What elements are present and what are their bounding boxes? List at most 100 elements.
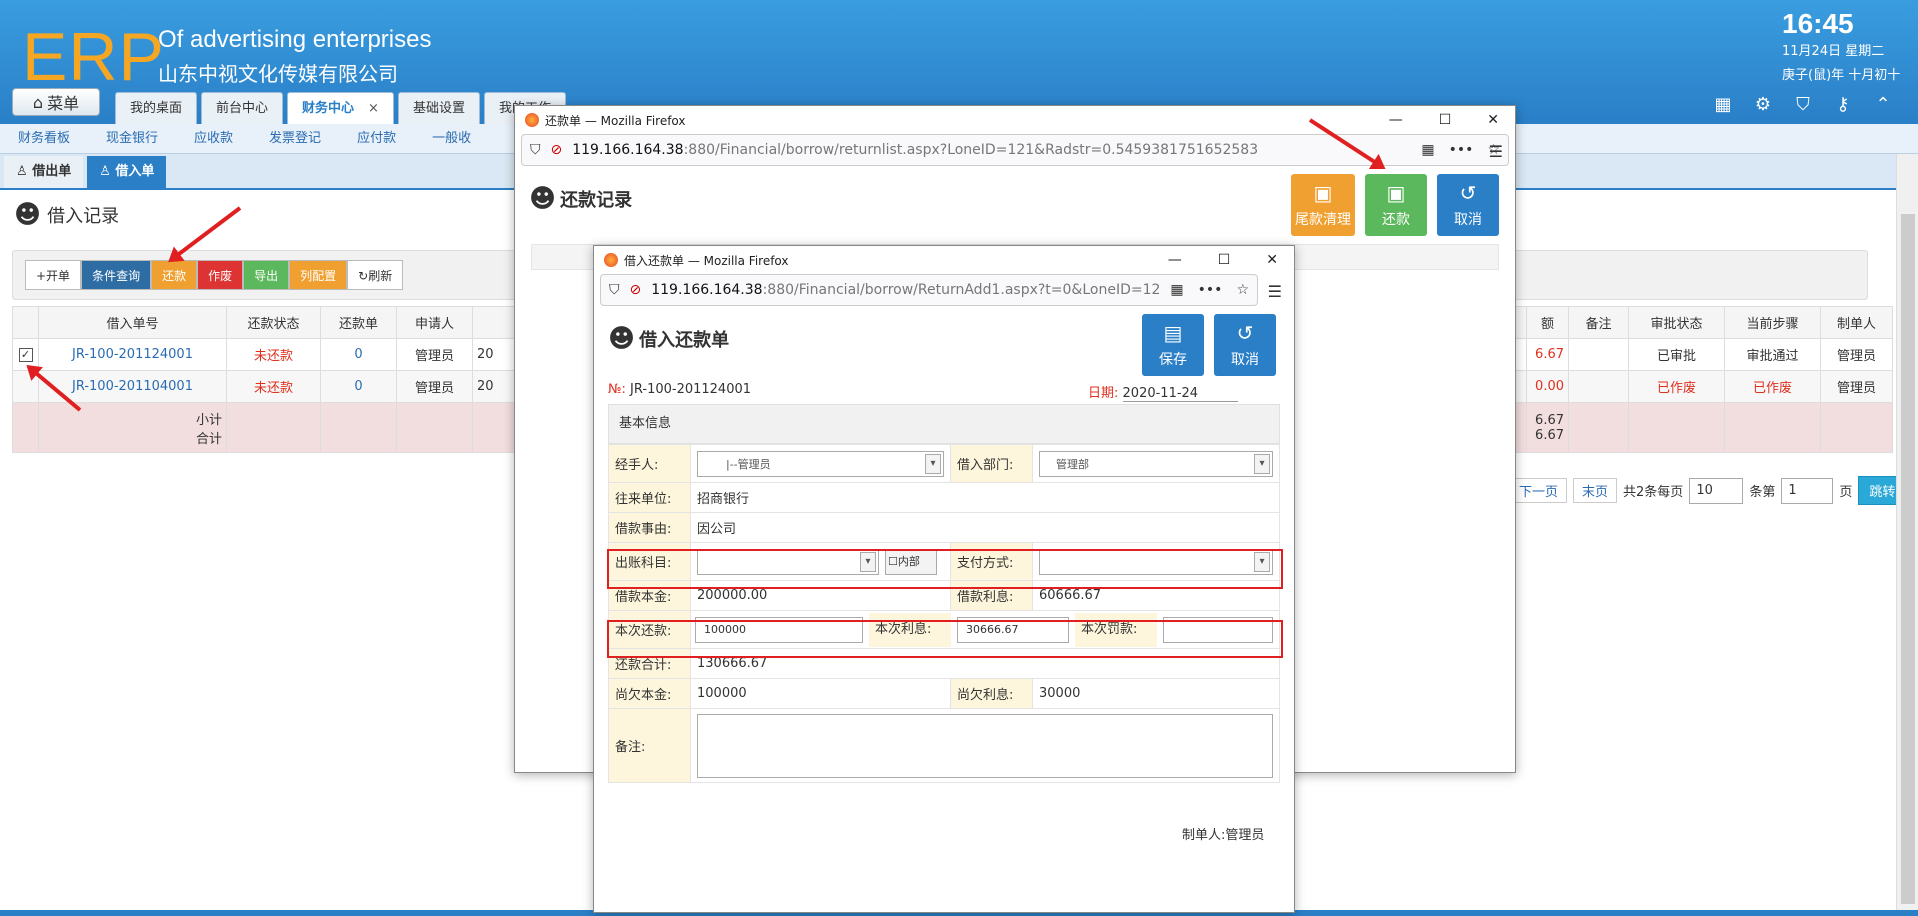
maximize-icon[interactable]: ☐ (1218, 252, 1231, 268)
remark-label: 备注: (608, 708, 691, 783)
repay-label: 还款 (1382, 212, 1410, 228)
subnav-invoice[interactable]: 发票登记 (251, 124, 339, 153)
cell-count[interactable]: 0 (320, 370, 397, 403)
sum-spacer (12, 402, 39, 453)
subnav-dashboard[interactable]: 财务看板 (0, 124, 88, 153)
qr-icon[interactable]: ▦ (1170, 282, 1183, 298)
owe-principal-label: 尚欠本金: (608, 678, 691, 709)
cell-step: 已作废 (1724, 370, 1821, 403)
firefox-icon (525, 113, 539, 127)
money-icon: ▣ (1313, 181, 1333, 205)
grid-add-icon[interactable]: ▦ (1712, 94, 1734, 116)
dept-select[interactable]: 管理部 ▾ (1039, 450, 1273, 477)
menu-label: 菜单 (47, 94, 80, 113)
cell-amount: 0.00 (1526, 370, 1569, 403)
cancel-button[interactable]: ↺ 取消 (1437, 174, 1499, 236)
url-bar[interactable]: ⛉ ⊘ 119.166.164.38:880/Financial/borrow/… (600, 274, 1258, 306)
scroll-thumb[interactable] (1901, 214, 1915, 904)
page-number-input[interactable]: 1 (1781, 477, 1834, 504)
page-size-select[interactable]: 10 (1689, 477, 1744, 504)
shirt-icon[interactable]: ⛉ (1792, 94, 1814, 116)
close-icon[interactable]: × (368, 101, 379, 116)
refresh-button[interactable]: ↻刷新 (347, 260, 404, 290)
col-status: 还款状态 (226, 306, 321, 339)
query-button[interactable]: 条件查询 (81, 260, 152, 290)
menu-button[interactable]: ⌂ 菜单 (12, 88, 100, 116)
url-host: 119.166.164.38 (651, 282, 763, 298)
repay-button[interactable]: ▣ 还款 (1365, 174, 1427, 236)
cell-maker: 管理员 (1820, 370, 1893, 403)
star-icon[interactable]: ☆ (1236, 282, 1249, 298)
popup2-title: ☻ 借入还款单 (608, 324, 729, 354)
gear-icon[interactable]: ⚙ (1752, 94, 1774, 116)
reason-label: 借款事由: (608, 512, 691, 543)
partner-label: 往来单位: (608, 482, 691, 513)
handler-select[interactable]: |--管理员 ▾ (697, 450, 944, 477)
tab-finance[interactable]: 财务中心 × (287, 92, 394, 124)
subnav-general[interactable]: 一般收 (414, 124, 489, 153)
tab-settings[interactable]: 基础设置 (397, 92, 480, 124)
maker-label: 制单人: (1182, 828, 1226, 843)
dept-label: 借入部门: (950, 444, 1033, 483)
doc-date-value[interactable]: 2020-11-24 (1122, 386, 1239, 402)
next-page-button[interactable]: 下一页 (1510, 478, 1568, 503)
form-row: 尚欠本金: 100000 尚欠利息: 30000 (608, 678, 1280, 709)
new-button[interactable]: +开单 (25, 260, 82, 290)
tab-lend[interactable]: ♙ 借出单 (4, 156, 84, 188)
subnav-receivable[interactable]: 应收款 (176, 124, 251, 153)
tab-front[interactable]: 前台中心 (201, 92, 284, 124)
cell-no[interactable]: JR-100-201124001 (38, 338, 227, 371)
save-button[interactable]: ▤ 保存 (1142, 314, 1204, 376)
doc-number-label: №: (608, 382, 626, 397)
page-scrollbar[interactable] (1896, 154, 1918, 916)
handler-label: 经手人: (608, 444, 691, 483)
key-icon[interactable]: ⚷ (1832, 94, 1854, 116)
hamburger-icon[interactable]: ☰ (1268, 282, 1282, 301)
close-icon[interactable]: ✕ (1487, 112, 1499, 128)
form-row: 往来单位: 招商银行 (608, 482, 1280, 513)
insecure-lock-icon: ⊘ (629, 282, 642, 298)
collapse-icon[interactable]: ⌃ (1872, 94, 1894, 116)
refresh-icon: ↻ (358, 269, 369, 283)
shield-icon: ⛉ (609, 282, 620, 298)
cell-amount: 6.67 (1526, 338, 1569, 371)
form-row: 备注: (608, 708, 1280, 783)
user-icon: ♙ (99, 164, 111, 179)
maximize-icon[interactable]: ☐ (1439, 112, 1452, 128)
more-icon[interactable]: ••• (1198, 282, 1223, 298)
tail-clear-button[interactable]: ▣ 尾款清理 (1291, 174, 1355, 236)
hamburger-icon[interactable]: ☰ (1489, 142, 1503, 161)
remark-textarea[interactable] (697, 713, 1273, 778)
reason-value: 因公司 (690, 512, 1280, 543)
select-column (12, 306, 39, 339)
subnav-payable[interactable]: 应付款 (339, 124, 414, 153)
cell-note (1568, 370, 1629, 403)
col-applicant: 申请人 (396, 306, 473, 339)
cell-count[interactable]: 0 (320, 338, 397, 371)
void-button[interactable]: 作废 (197, 260, 244, 290)
sum-amounts: 6.67 6.67 (1526, 402, 1569, 453)
cell-status: 未还款 (226, 370, 321, 403)
owe-interest-value: 30000 (1032, 678, 1280, 709)
section-header: 基本信息 (608, 404, 1280, 444)
export-button[interactable]: 导出 (243, 260, 290, 290)
popup2-actions: ▤ 保存 ↺ 取消 (1142, 314, 1276, 376)
cell-approval: 已审批 (1628, 338, 1725, 371)
date-text: 11月24日 星期二 (1782, 44, 1885, 59)
close-icon[interactable]: ✕ (1266, 252, 1278, 268)
cancel-button[interactable]: ↺ 取消 (1214, 314, 1276, 376)
more-icon[interactable]: ••• (1449, 142, 1474, 158)
url-path: :880/Financial/borrow/returnlist.aspx?Lo… (683, 142, 1259, 158)
minimize-icon[interactable]: — (1389, 112, 1403, 128)
minimize-icon[interactable]: — (1168, 252, 1182, 268)
subnav-cash[interactable]: 现金银行 (88, 124, 176, 153)
doc-date-label: 日期: (1088, 386, 1119, 401)
money-icon: ▣ (1386, 181, 1406, 205)
tab-desktop[interactable]: 我的桌面 (115, 92, 198, 124)
last-page-button[interactable]: 末页 (1573, 478, 1618, 503)
qr-icon[interactable]: ▦ (1421, 142, 1434, 158)
handler-cell: |--管理员 ▾ (690, 444, 951, 483)
save-label: 保存 (1159, 352, 1187, 368)
tab-borrow[interactable]: ♙ 借入单 (87, 156, 167, 188)
column-config-button[interactable]: 列配置 (289, 260, 348, 290)
